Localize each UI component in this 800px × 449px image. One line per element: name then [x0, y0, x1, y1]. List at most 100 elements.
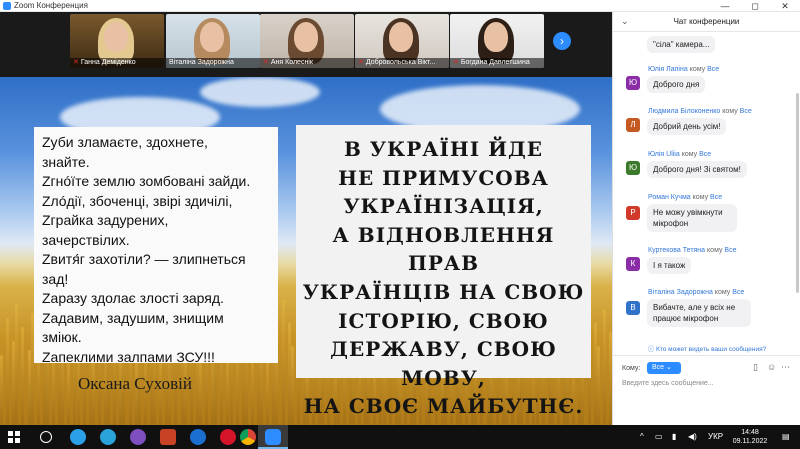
language-indicator[interactable]: УКР — [708, 432, 723, 441]
wheat-stalk — [15, 304, 19, 425]
chrome-icon[interactable] — [240, 429, 256, 445]
mic-muted-icon: ✕ — [73, 59, 79, 66]
message-input[interactable]: Введите здесь сообщение... — [622, 380, 792, 394]
minimize-button[interactable]: — — [710, 0, 740, 12]
cloud-shape — [200, 77, 320, 107]
slogan-line: ДЕРЖАВУ, СВОЮ МОВУ, — [330, 337, 557, 390]
poem-author: Оксана Суховій — [78, 374, 192, 393]
participant-filmstrip: ✕ Ганна Деміденко Віталіна Задорожна ✕ Аня… — [0, 12, 612, 70]
slogan-line: УКРАЇНІЗАЦІЯ, — [343, 194, 544, 219]
avatar: Л — [626, 118, 640, 132]
message-text: І я також — [647, 257, 692, 274]
notifications-icon[interactable]: ▤ — [782, 432, 790, 441]
chat-compose: Кому: Все ⌄ ▯ ☺ ⋯ Введите здесь сообщени… — [613, 355, 800, 425]
windows-start-icon[interactable] — [8, 431, 20, 443]
next-page-button[interactable]: › — [553, 32, 571, 50]
window-controls: — ◻ ✕ — [710, 0, 800, 12]
participant-tile[interactable]: ✕ Аня Колеснік — [260, 14, 354, 68]
zoom-icon[interactable] — [265, 429, 281, 445]
slogan-card: В УКРАЇНІ ЙДЕ НЕ ПРИМУСОВА УКРАЇНІЗАЦІЯ,… — [296, 125, 591, 418]
poem-line: Zлóдії, збоченці, звірі здичілі, — [42, 192, 233, 209]
poem-line: Zграйка задурених, — [42, 212, 169, 228]
message-sender[interactable]: Юлія Uliia — [648, 151, 680, 158]
avatar: Ю — [626, 161, 640, 175]
message-text: Добрий день усім! — [647, 118, 727, 135]
participant-tile[interactable]: Віталіна Задорожна — [166, 14, 260, 68]
poem-line: зачерствілих. — [42, 231, 130, 248]
participant-name: ✕ Аня Колеснік — [260, 58, 354, 68]
participant-tile[interactable]: ✕ Добровольська Вікт... — [355, 14, 449, 68]
message-text: Не можу увімкнути мікрофон — [647, 204, 737, 232]
message-sender[interactable]: Куртекова Тетяна — [648, 247, 705, 254]
close-button[interactable]: ✕ — [770, 0, 800, 12]
chat-header: ⌄ Чат конференции — [613, 12, 800, 32]
participant-name: Віталіна Задорожна — [166, 58, 260, 68]
message-sender[interactable]: Людмила Білоконенко — [648, 108, 720, 115]
teamviewer-icon[interactable] — [190, 429, 206, 445]
message-sender[interactable]: Юлія Лапіна — [648, 66, 688, 73]
wheat-stalk — [0, 355, 3, 425]
wheat-stalk — [6, 318, 10, 425]
mic-muted-icon: ✕ — [453, 59, 459, 66]
viber-icon[interactable] — [130, 429, 146, 445]
recipient-select[interactable]: Все ⌄ — [647, 362, 681, 374]
chat-title: Чат конференции — [673, 17, 740, 26]
powerpoint-icon[interactable] — [160, 429, 176, 445]
message-sender[interactable]: Віталіна Задорожна — [648, 289, 713, 296]
message-text: Доброго дня! Зі святом! — [647, 161, 747, 178]
mic-muted-icon: ✕ — [358, 59, 364, 66]
participant-name: ✕ Ганна Деміденко — [70, 58, 164, 68]
poem-card: Zуби зламаєте, здохнете, знайте. Zгнóїте… — [34, 127, 278, 365]
emoji-icon[interactable]: ☺ — [767, 362, 776, 372]
meeting-area: ✕ Ганна Деміденко Віталіна Задорожна ✕ Аня… — [0, 12, 612, 425]
chat-panel: ⌄ Чат конференции "сіла" камера... Ю Юлі… — [612, 12, 800, 425]
participant-tile[interactable]: ✕ Ганна Деміденко — [70, 14, 164, 68]
window-title: Zoom Конференция — [14, 0, 88, 10]
wheat-stalk — [290, 346, 294, 425]
poem-line: Zвитя́г захотіли? — злипнеться — [42, 251, 246, 267]
chat-scrollbar[interactable] — [796, 93, 799, 293]
taskbar: ^ ▭ ▮ ◀) УКР 14:48 09.11.2022 ▤ — [0, 425, 800, 449]
poem-line: зад! — [42, 270, 69, 287]
wheat-stalk — [602, 309, 606, 425]
mic-muted-icon: ✕ — [263, 59, 269, 66]
window-titlebar: Zoom Конференция — ◻ ✕ — [0, 0, 800, 12]
recipient-label: Кому: — [622, 365, 641, 372]
poem-line: Zгнóїте землю зомбовані зайди. — [42, 173, 251, 189]
wheat-stalk — [21, 327, 25, 425]
battery-icon[interactable]: ▮ — [672, 432, 676, 441]
wheat-stalk — [281, 300, 285, 425]
participant-tile[interactable]: ✕ Богдана Давлетшина — [450, 14, 544, 68]
chat-messages[interactable]: "сіла" камера... Ю Юлія Лапіна кому Все … — [613, 33, 800, 348]
slogan-line: НА СВОЄ МАЙБУТНЄ. — [303, 394, 584, 419]
slogan-line: А ВІДНОВЛЕННЯ ПРАВ — [332, 222, 555, 276]
slogan-line: НЕ ПРИМУСОВА — [338, 165, 549, 190]
slogan-line: ІСТОРІЮ, СВОЮ — [338, 308, 549, 333]
participant-name: ✕ Богдана Давлетшина — [450, 58, 544, 68]
wheat-stalk — [596, 346, 600, 425]
search-icon[interactable] — [40, 431, 52, 443]
message-text: Вибачте, але у всіх не працює мікрофон — [647, 299, 751, 327]
avatar: Р — [626, 206, 640, 220]
tray-chevron-icon[interactable]: ^ — [640, 432, 644, 441]
avatar: Ю — [626, 76, 640, 90]
skype-icon[interactable] — [70, 429, 86, 445]
slogan-line: УКРАЇНЦІВ НА СВОЮ — [302, 279, 585, 304]
file-icon[interactable]: ▯ — [753, 362, 758, 373]
volume-icon[interactable]: ◀) — [688, 432, 697, 441]
more-icon[interactable]: ⋯ — [781, 362, 790, 373]
network-icon[interactable]: ▭ — [655, 432, 663, 441]
visibility-info-link[interactable]: ⓘ Кто может видеть ваши сообщения? — [613, 343, 800, 353]
opera-icon[interactable] — [220, 429, 236, 445]
participant-name: ✕ Добровольська Вікт... — [355, 58, 449, 68]
system-clock[interactable]: 14:48 09.11.2022 — [727, 428, 773, 446]
avatar: В — [626, 301, 640, 315]
telegram-icon[interactable] — [100, 429, 116, 445]
message-text: Доброго дня — [647, 76, 706, 93]
shared-screen: Zуби зламаєте, здохнете, знайте. Zгнóїте… — [0, 77, 612, 425]
message-sender[interactable]: Роман Кучма — [648, 194, 691, 201]
poem-line: Zадавим, задушим, знищим — [42, 309, 224, 326]
maximize-button[interactable]: ◻ — [740, 0, 770, 12]
avatar: К — [626, 257, 640, 271]
message-fragment: "сіла" камера... — [647, 36, 716, 53]
